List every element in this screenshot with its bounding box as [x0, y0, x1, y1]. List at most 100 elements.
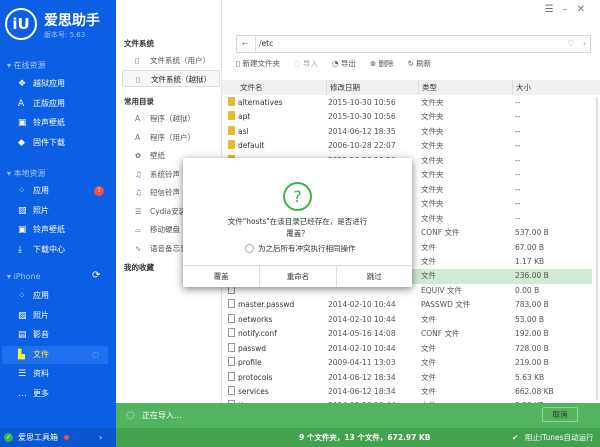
media-icon: ▣	[18, 225, 27, 235]
row-name: apt	[228, 110, 250, 125]
row-name: master.passwd	[228, 298, 294, 313]
menu-icon[interactable]: ☰	[545, 4, 563, 15]
sidebar-item-label: 照片	[33, 310, 49, 320]
common-header[interactable]: 常用目录	[124, 96, 154, 107]
folder-icon	[228, 125, 235, 135]
section-iphone[interactable]: iPhone	[7, 272, 41, 281]
dir-item-fs-1[interactable]: ▯ 文件系统（越狱）	[122, 70, 220, 87]
sidebar-item-device-0[interactable]: ⁘ 应用	[2, 287, 108, 305]
bell-icon: ♫	[135, 169, 142, 179]
table-row[interactable]: asl 2014-06-12 18:35 文件夹 --	[222, 125, 592, 140]
address-bar[interactable]: ← /etc ♡ ›	[236, 35, 591, 53]
flower-icon: ✿	[135, 151, 142, 160]
rename-button[interactable]: 重命名	[259, 265, 336, 287]
cancel-button[interactable]: 取消	[542, 407, 578, 422]
row-name: passwd	[228, 342, 266, 357]
table-row[interactable]: master.passwd 2014-02-10 10:44 PASSWD 文件 78…	[222, 298, 592, 313]
col-date[interactable]: 修改日期	[326, 80, 360, 95]
sidebar-item-local-1[interactable]: ▨ 照片	[2, 202, 108, 220]
row-type: 文件夹	[421, 112, 444, 122]
row-type: 文件	[421, 256, 436, 266]
sidebar-item-device-3[interactable]: ▙ 文件 ◌	[2, 345, 108, 364]
sidebar-item-device-5[interactable]: … 更多	[2, 385, 108, 403]
row-type: 文件夹	[421, 184, 444, 194]
sidebar-item-local-0[interactable]: ⁘ 应用 1	[2, 182, 108, 200]
section-online[interactable]: 在线资源	[7, 60, 46, 71]
row-type: EQUIV 文件	[421, 285, 462, 295]
row-date: 2014-06-12 18:34	[328, 372, 396, 382]
progress-status: 正在导入...	[142, 411, 182, 420]
row-type: PASSWD 文件	[421, 300, 471, 310]
sidebar-item-label: 铃声壁纸	[33, 225, 65, 234]
photo-icon: ▨	[18, 310, 27, 321]
back-icon[interactable]: ←	[242, 36, 248, 52]
sidebar-item-local-2[interactable]: ▣ 铃声壁纸	[2, 221, 108, 239]
col-type[interactable]: 类型	[418, 80, 437, 95]
sidebar-item-online-1[interactable]: A 正版应用	[2, 95, 108, 113]
sidebar-item-online-2[interactable]: ▣ 铃声壁纸	[2, 114, 108, 132]
export-button[interactable]: ◔ 导出	[332, 58, 356, 69]
section-local[interactable]: 本地资源	[7, 168, 46, 179]
scrollbar[interactable]	[596, 97, 598, 400]
close-icon[interactable]: ✕	[577, 4, 594, 15]
sidebar-item-local-3[interactable]: ⤓ 下载中心	[2, 241, 108, 259]
dir-item-common-0[interactable]: A 程序（越狱）	[122, 110, 220, 127]
dir-item-label: 程序（越狱）	[150, 114, 195, 123]
row-size: --	[515, 98, 521, 107]
sidebar-item-device-1[interactable]: ▨ 照片	[2, 307, 108, 325]
toolbox-bar[interactable]: ✓ 爱思工具箱 ›	[0, 428, 116, 447]
forward-icon[interactable]: ›	[583, 36, 586, 52]
row-size: --	[515, 155, 521, 165]
video-icon: ▤	[18, 330, 27, 340]
overwrite-button[interactable]: 覆盖	[183, 265, 260, 287]
table-row[interactable]: default 2006-10-28 22:07 文件夹 --	[222, 139, 592, 154]
app-logo: iU	[5, 8, 37, 40]
table-row[interactable]: notify.conf 2014-05-16 14:08 CONF 文件 192.00…	[222, 327, 592, 342]
sidebar-item-device-4[interactable]: ☰ 资料	[2, 365, 108, 383]
refresh-button[interactable]: ↻ 刷新	[408, 58, 432, 69]
table-row[interactable]: protocols 2014-06-12 18:34 文件 5.63 KB	[222, 371, 592, 386]
col-size[interactable]: 大小	[512, 80, 531, 95]
app-store-icon: A	[18, 98, 25, 109]
delete-button[interactable]: ⊗ 删除	[370, 58, 394, 69]
row-size: --	[515, 112, 521, 122]
path-input[interactable]: /etc	[259, 36, 273, 52]
import-icon: ◌	[294, 59, 303, 68]
import-button[interactable]: ◌ 导入	[294, 58, 318, 69]
table-row[interactable]: alternatives 2015-10-30 10:56 文件夹 --	[222, 96, 592, 111]
dir-item-label: 短信铃声	[150, 188, 180, 197]
sidebar-item-label: 铃声壁纸	[33, 118, 65, 127]
favorites-header[interactable]: 我的收藏	[124, 262, 154, 273]
new-folder-button[interactable]: ▯ 新建文件夹	[236, 58, 280, 69]
favorite-icon[interactable]: ♡	[567, 36, 574, 52]
row-date: 2014-02-10 10:44	[328, 343, 396, 353]
refresh-icon: ↻	[407, 59, 417, 68]
wave-icon: ∿	[135, 243, 142, 253]
apply-all-checkbox[interactable]: 为之后所有冲突执行相同操作	[245, 243, 356, 254]
dir-item-fs-0[interactable]: ▯ 文件系统（用户）	[122, 52, 220, 69]
row-size: 236.00 B	[515, 271, 549, 281]
skip-button[interactable]: 跳过	[335, 265, 412, 287]
dialog-message: 文件"hosts"在该目录已经存在，是否进行 覆盖？	[227, 217, 368, 238]
sync-icon[interactable]: ⟳	[92, 270, 100, 281]
sidebar-item-online-0[interactable]: ❖ 越狱应用	[2, 75, 108, 93]
table-row[interactable]: services 2014-06-12 18:34 文件 662.08 KB	[222, 385, 592, 400]
table-row[interactable]: profile 2009-04-11 13:03 文件 219.00 B	[222, 356, 592, 371]
row-size: 192.00 B	[515, 329, 549, 339]
table-row[interactable]: apt 2015-10-30 10:56 文件夹 --	[222, 110, 592, 125]
box-icon: ❖	[18, 79, 27, 89]
file-icon	[228, 299, 235, 309]
sidebar-item-device-2[interactable]: ▤ 影音	[2, 326, 108, 344]
sidebar-item-online-3[interactable]: ◆ 固件下载	[2, 134, 108, 152]
block-itunes-toggle[interactable]: 阻止iTunes自动运行	[525, 428, 594, 447]
minimize-icon[interactable]: –	[563, 4, 577, 15]
sidebar-item-label: 固件下载	[33, 137, 65, 147]
col-name[interactable]: 文件名	[240, 80, 263, 95]
dir-item-common-1[interactable]: A 程序（用户）	[122, 129, 220, 146]
file-icon	[228, 357, 235, 367]
dir-item-label: 壁纸	[150, 151, 165, 160]
fs-header[interactable]: 文件系统	[124, 38, 154, 49]
table-row[interactable]: passwd 2014-02-10 10:44 文件 728.00 B	[222, 342, 592, 357]
table-row[interactable]: networks 2014-02-10 10:44 文件 53.00 B	[222, 313, 592, 328]
row-type: 文件夹	[421, 126, 444, 136]
